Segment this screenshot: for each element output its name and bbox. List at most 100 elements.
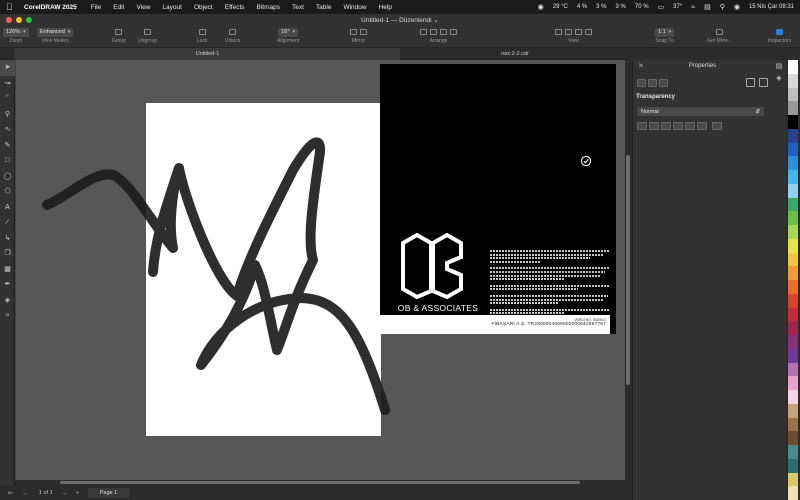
vertical-scrollbar[interactable] [625, 60, 632, 480]
alignment-combo[interactable]: 16° ▾ [278, 27, 299, 37]
status-cpu[interactable]: 29 °C [553, 4, 568, 10]
interactive-fill-tool[interactable]: ◈ [0, 293, 15, 309]
ellipse-tool[interactable]: ◯ [0, 169, 15, 185]
status-datetime[interactable]: 15 Nis Çar 08:31 [749, 4, 794, 10]
menu-object[interactable]: Object [194, 4, 213, 11]
palette-swatch[interactable] [788, 376, 798, 390]
palette-swatch[interactable] [788, 211, 798, 225]
zoom-tool[interactable]: ⚲ [0, 107, 15, 123]
arrange-front-icon[interactable] [420, 29, 427, 35]
palette-swatch[interactable] [788, 115, 798, 129]
outline-tab-icon[interactable] [637, 79, 646, 87]
freehand-scribble-stroke[interactable] [15, 60, 625, 480]
view-grid-icon[interactable] [565, 29, 572, 35]
status-mem[interactable]: 3 % [596, 4, 606, 10]
window-title[interactable]: Untitled-1 — Düzenlendi ⌄ [0, 16, 800, 24]
drawing-canvas[interactable]: OB & ASSOCIATES VERGİ NO: 4520001 FİBAŞA… [15, 60, 625, 480]
two-color-transparency-icon[interactable] [697, 122, 707, 130]
view-fullscreen-icon[interactable] [585, 29, 592, 35]
palette-swatch[interactable] [788, 197, 798, 212]
crop-tool[interactable]: ⌜ [0, 91, 15, 107]
mirror-horizontal-icon[interactable] [350, 29, 357, 35]
palette-swatch[interactable] [788, 486, 798, 500]
mirror-vertical-icon[interactable] [360, 29, 367, 35]
pick-tool[interactable]: ➤ [0, 60, 15, 76]
polygon-tool[interactable]: ⬠ [0, 184, 15, 200]
menu-bitmaps[interactable]: Bitmaps [257, 4, 280, 11]
drop-shadow-tool[interactable]: ❒ [0, 246, 15, 262]
spotlight-icon[interactable]: ⚲ [720, 3, 725, 11]
palette-swatch[interactable] [788, 156, 798, 170]
text-tool[interactable]: A [0, 200, 15, 216]
apple-icon[interactable]:  [6, 2, 14, 12]
siri-icon[interactable]: ◉ [734, 3, 740, 11]
palette-swatch[interactable] [788, 335, 798, 349]
palette-swatch[interactable] [788, 321, 798, 335]
palette-swatch[interactable] [788, 101, 798, 115]
no-transparency-icon[interactable] [637, 122, 647, 130]
tab-untitled-1[interactable]: Untitled-1 [15, 48, 400, 60]
palette-swatch[interactable] [788, 458, 798, 473]
palette-swatch[interactable] [788, 238, 798, 253]
next-page-icon[interactable]: → [61, 490, 68, 497]
eyedropper-tool[interactable]: ✒ [0, 277, 15, 293]
view-group[interactable]: View [555, 27, 592, 44]
layers-docker-icon[interactable]: ◈ [772, 72, 786, 84]
palette-swatch[interactable] [788, 280, 798, 294]
add-page-icon[interactable]: + [76, 490, 80, 497]
palette-swatch[interactable] [788, 170, 798, 184]
palette-swatch[interactable] [788, 266, 798, 280]
previous-page-icon[interactable]: ← [22, 490, 29, 497]
get-more-button[interactable]: Get More... [707, 27, 732, 44]
menu-text[interactable]: Text [292, 4, 304, 11]
palette-swatch[interactable] [788, 431, 798, 445]
ungroup-button[interactable]: Ungroup [138, 27, 157, 44]
freehand-tool[interactable]: ∿ [0, 122, 15, 138]
palette-swatch[interactable] [788, 225, 798, 239]
palette-swatch[interactable] [788, 142, 798, 157]
menu-file[interactable]: File [91, 4, 101, 11]
palette-swatch[interactable] [788, 73, 798, 88]
palette-swatch[interactable] [788, 362, 798, 377]
menu-table[interactable]: Table [316, 4, 332, 11]
undo-icon[interactable] [746, 78, 755, 87]
lock-button[interactable]: Lock [197, 27, 208, 44]
parallel-dimension-tool[interactable]: ∕ [0, 215, 15, 231]
close-icon[interactable]: ✕ [638, 62, 644, 70]
palette-swatch[interactable] [788, 293, 798, 308]
inspectors-button[interactable]: Inspectors [768, 27, 791, 44]
page-tab-1[interactable]: Page 1 [87, 488, 130, 498]
menu-help[interactable]: Help [379, 4, 392, 11]
tab-naz-2-2[interactable]: naz-2-2.cdr [400, 48, 630, 60]
copy-properties-icon[interactable] [759, 78, 768, 87]
bitmap-pattern-transparency-icon[interactable] [685, 122, 695, 130]
arrange-back-icon[interactable] [450, 29, 457, 35]
status-net[interactable]: 3 % [616, 4, 626, 10]
color-palette[interactable] [788, 60, 798, 500]
horizontal-scroll-thumb[interactable] [60, 481, 580, 484]
status-temp[interactable]: 37° [673, 4, 682, 10]
fountain-transparency-icon[interactable] [661, 122, 671, 130]
connector-tool[interactable]: ↳ [0, 231, 15, 247]
transparency-tool[interactable]: ▦ [0, 262, 15, 278]
status-battery[interactable]: 70 % [635, 4, 649, 10]
arrange-backward-icon[interactable] [440, 29, 447, 35]
snap-to-combo[interactable]: 1:1 ▾ [655, 27, 675, 37]
palette-swatch[interactable] [788, 348, 798, 363]
palette-swatch[interactable] [788, 472, 798, 487]
menu-view[interactable]: View [136, 4, 150, 11]
menu-app-name[interactable]: CorelDRAW 2025 [24, 4, 77, 11]
arrange-forward-icon[interactable] [430, 29, 437, 35]
palette-swatch[interactable] [788, 183, 798, 198]
palette-swatch[interactable] [788, 417, 798, 432]
artistic-media-tool[interactable]: ✎ [0, 138, 15, 154]
transparency-tab-icon[interactable] [659, 79, 668, 87]
unlock-button[interactable]: Unlock [225, 27, 240, 44]
menu-edit[interactable]: Edit [113, 4, 124, 11]
vector-pattern-transparency-icon[interactable] [673, 122, 683, 130]
palette-swatch[interactable] [788, 390, 798, 404]
battery-icon[interactable]: ▭ [658, 3, 665, 11]
activity-icon[interactable]: ◉ [538, 3, 544, 11]
palette-swatch[interactable] [788, 128, 798, 143]
palette-swatch[interactable] [788, 403, 798, 418]
